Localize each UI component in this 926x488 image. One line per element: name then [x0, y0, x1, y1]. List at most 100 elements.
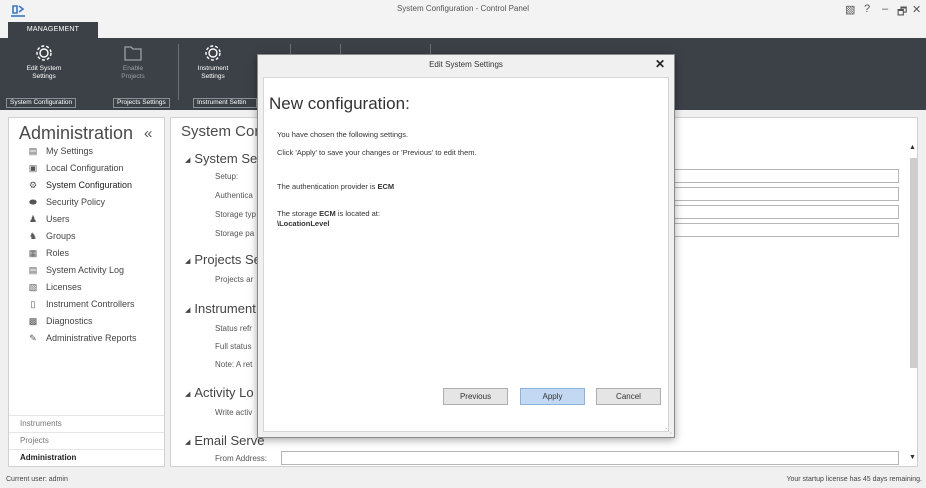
nav-licenses[interactable]: ▧ Licenses: [27, 279, 82, 295]
administration-panel: Administration « ▤ My Settings ▣ Local Con…: [8, 117, 165, 467]
nav-label: My Settings: [46, 146, 94, 156]
group-projects-settings: Projects Settings: [113, 98, 170, 108]
instrument-note-label: Note: A ret: [215, 360, 253, 369]
edit-system-settings-dialog: Edit System Settings ✕ New configuration…: [257, 54, 675, 438]
dialog-line-1: You have chosen the following settings.: [277, 130, 409, 139]
group-instrument-settings: Instrument Settin: [193, 98, 257, 108]
storage-value: ECM: [319, 209, 336, 218]
nav-local-configuration[interactable]: ▣ Local Configuration: [27, 160, 124, 176]
window-title: System Configuration - Control Panel: [396, 4, 530, 13]
local-configuration-icon: ▣: [28, 163, 38, 173]
folder-icon: [124, 46, 142, 61]
authentication-label: Authentica: [215, 191, 253, 200]
system-configuration-icon: ⚙: [28, 180, 38, 190]
nav-label: Diagnostics: [46, 316, 93, 326]
instrument-settings-label: Instrument Settings: [197, 65, 229, 80]
section-system-settings[interactable]: ◢ System Set: [185, 151, 261, 166]
groups-icon: ♞: [28, 231, 38, 241]
vertical-scrollbar[interactable]: ▲ ▼: [908, 140, 917, 466]
close-icon[interactable]: ✕: [655, 57, 665, 71]
collapse-triangle-icon: ◢: [185, 306, 191, 314]
section-projects[interactable]: Projects: [9, 432, 164, 448]
dialog-heading: New configuration:: [269, 94, 410, 113]
help-button[interactable]: ?: [864, 3, 870, 15]
collapse-triangle-icon: ◢: [185, 257, 191, 265]
auth-provider-text: The authentication provider is ECM: [277, 182, 394, 191]
section-administration[interactable]: Administration: [9, 449, 164, 465]
nav-system-configuration[interactable]: ⚙ System Configuration: [27, 177, 132, 193]
storage-path-label: Storage pa: [215, 229, 255, 238]
security-policy-icon: ⬬: [29, 197, 37, 207]
projects-label: Projects ar: [215, 275, 254, 284]
section-email-server[interactable]: ◢ Email Serve: [185, 433, 264, 448]
section-header: Email Serve: [194, 433, 265, 448]
section-header: Projects Se: [194, 252, 261, 267]
nav-label: Licenses: [46, 282, 82, 292]
write-activity-label: Write activ: [215, 408, 253, 417]
collapse-triangle-icon: ◢: [185, 156, 191, 164]
title-bar: System Configuration - Control Panel ▧ ?…: [0, 0, 926, 22]
minimize-button[interactable]: –: [882, 3, 888, 15]
auth-value: ECM: [377, 182, 395, 191]
cancel-button[interactable]: Cancel: [596, 388, 661, 405]
nav-label: Instrument Controllers: [46, 299, 135, 309]
page-title: System Cor: [181, 123, 260, 140]
section-header: Activity Lo: [194, 385, 254, 400]
section-projects-settings[interactable]: ◢ Projects Se: [185, 252, 261, 267]
storage-type-label: Storage typ: [215, 210, 256, 219]
current-user: Current user: admin: [6, 476, 68, 483]
enable-projects-label: Enable Projects: [121, 65, 145, 80]
from-address-label: From Address:: [215, 454, 268, 463]
section-instrument-settings[interactable]: ◢ Instrument: [185, 301, 256, 316]
restore-button[interactable]: 🗗: [897, 3, 907, 22]
section-activity-log[interactable]: ◢ Activity Lo: [185, 385, 254, 400]
my-settings-icon: ▤: [28, 146, 38, 156]
gear-icon: [205, 45, 221, 61]
resize-grip-icon[interactable]: ⋱: [665, 427, 672, 435]
nav-roles[interactable]: ▦ Roles: [27, 245, 69, 261]
activity-log-icon: ▤: [28, 265, 38, 275]
collapse-triangle-icon: ◢: [185, 438, 191, 446]
close-window-button[interactable]: ✕: [912, 3, 921, 16]
storage-suffix: is located at:: [335, 209, 380, 218]
scroll-down-icon[interactable]: ▼: [909, 454, 916, 461]
from-address-field[interactable]: [281, 451, 899, 465]
gear-icon: [36, 45, 52, 61]
ribbon-tab-bar: MANAGEMENT: [0, 22, 926, 38]
nav-diagnostics[interactable]: ▩ Diagnostics: [27, 313, 93, 329]
nav-groups[interactable]: ♞ Groups: [27, 228, 76, 244]
nav-label: Users: [46, 214, 70, 224]
administrative-reports-icon: ✎: [29, 333, 37, 343]
tab-management[interactable]: MANAGEMENT: [8, 22, 98, 38]
account-icon[interactable]: ▧: [845, 3, 855, 16]
storage-prefix: The storage: [277, 209, 320, 218]
users-icon: ♟: [28, 214, 38, 224]
collapse-triangle-icon: ◢: [185, 390, 191, 398]
nav-security-policy[interactable]: ⬬ Security Policy: [27, 194, 105, 210]
diagnostics-icon: ▩: [28, 316, 38, 326]
roles-icon: ▦: [28, 248, 38, 258]
edit-system-settings-button[interactable]: Edit System Settings: [14, 44, 74, 90]
previous-button[interactable]: Previous: [443, 388, 508, 405]
instrument-controllers-icon: ▯: [30, 299, 36, 309]
section-instruments[interactable]: Instruments: [9, 415, 164, 431]
apply-button[interactable]: Apply: [520, 388, 585, 405]
enable-projects-button[interactable]: Enable Projects: [108, 44, 158, 90]
nav-instrument-controllers[interactable]: ▯ Instrument Controllers: [27, 296, 135, 312]
nav-my-settings[interactable]: ▤ My Settings: [27, 143, 93, 159]
full-status-label: Full status: [215, 342, 252, 351]
dialog-title: Edit System Settings: [429, 60, 503, 69]
nav-label: Administrative Reports: [46, 333, 137, 343]
nav-system-activity-log[interactable]: ▤ System Activity Log: [27, 262, 124, 278]
scroll-thumb[interactable]: [910, 158, 917, 368]
license-status: Your startup license has 45 days remaini…: [786, 476, 922, 483]
nav-users[interactable]: ♟ Users: [27, 211, 70, 227]
ribbon-separator: [178, 44, 179, 100]
storage-text: The storage ECM is located at:: [277, 209, 380, 218]
nav-administrative-reports[interactable]: ✎ Administrative Reports: [27, 330, 137, 346]
scroll-up-icon[interactable]: ▲: [909, 144, 916, 151]
collapse-panel-button[interactable]: «: [144, 125, 152, 142]
licenses-icon: ▧: [28, 282, 38, 292]
status-bar: Current user: admin Your startup license…: [0, 474, 926, 488]
instrument-settings-button[interactable]: Instrument Settings: [185, 44, 241, 90]
